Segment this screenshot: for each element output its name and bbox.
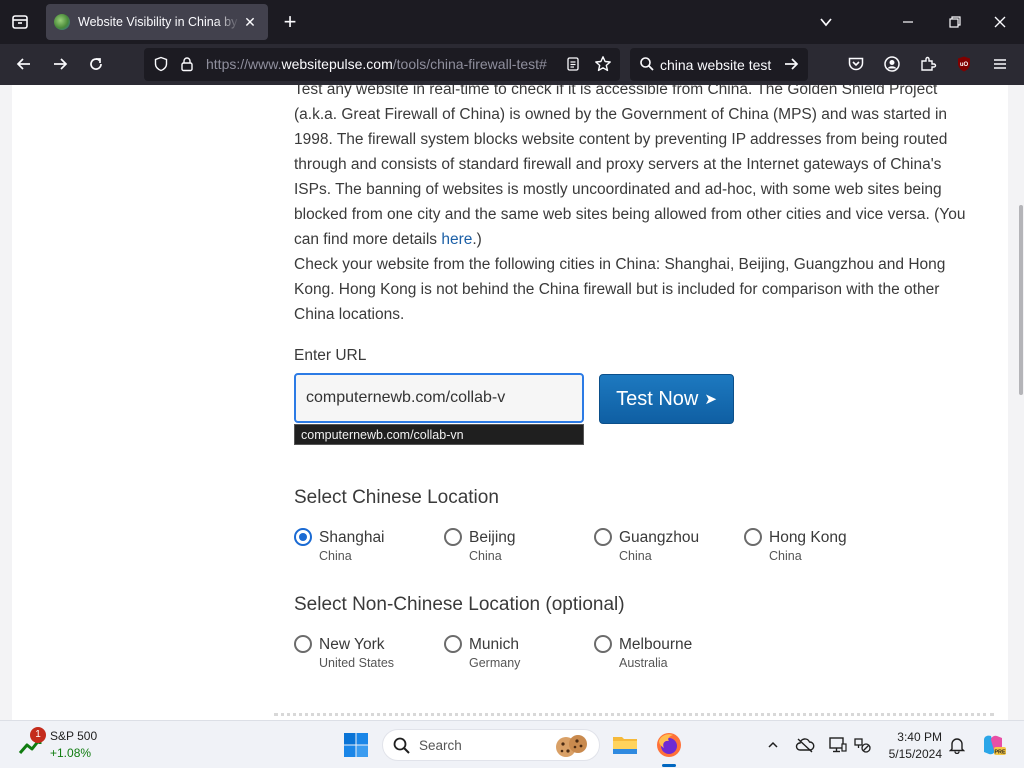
url-text[interactable]: https://www.websitepulse.com/tools/china… [206,56,550,72]
bookmark-star-icon[interactable] [592,53,614,75]
cookies-illustration-icon [556,735,587,757]
url-path: /tools/china-firewall-test# [392,56,547,72]
non-chinese-location-radio-group: New York United States Munich Germany Me… [294,634,974,674]
page-content-card: Test any website in real-time to check i… [12,85,1008,720]
back-arrow-icon[interactable] [12,52,36,76]
browser-tab-bar: Website Visibility in China by WebSitePu… [0,0,1024,44]
intro-end: .) [472,231,482,248]
more-details-link[interactable]: here [441,231,472,248]
hamburger-menu-icon[interactable] [988,52,1012,76]
active-app-indicator [662,764,676,767]
ublock-origin-icon[interactable]: uO [952,52,976,76]
stocks-widget[interactable]: 1 S&P 500 +1.08% [16,727,126,763]
forward-arrow-icon[interactable] [48,52,72,76]
minimize-icon[interactable] [896,10,920,34]
svg-text:PRE: PRE [994,750,1006,756]
cities-paragraph: Check your website from the following ci… [294,256,946,323]
radio-button[interactable] [444,635,462,653]
location-country: China [619,549,652,563]
radio-button[interactable] [744,528,762,546]
chinese-location-radio-group: Shanghai China Beijing China Guangzhou C… [294,527,974,567]
radio-button[interactable] [594,528,612,546]
windows-start-icon[interactable] [343,732,369,758]
non-chinese-location-title: Select Non-Chinese Location (optional) [294,594,625,615]
notification-bell-icon[interactable] [947,735,967,755]
location-country: China [469,549,502,563]
dotted-divider [274,713,994,716]
search-icon [393,737,410,754]
clock-date: 5/15/2024 [888,747,942,761]
search-icon [636,53,658,75]
enter-url-label: Enter URL [294,347,367,364]
extensions-puzzle-icon[interactable] [916,52,940,76]
windows-taskbar: 1 S&P 500 +1.08% Search 3:40 PM 5/15/202… [0,720,1024,768]
radio-button[interactable] [594,635,612,653]
play-arrow-icon: ➤ [704,391,717,408]
location-country: China [319,549,352,563]
notification-badge: 1 [30,727,46,743]
location-country: Australia [619,656,668,670]
radio-button-checked[interactable] [294,528,312,546]
copilot-icon[interactable]: PRE [980,732,1006,758]
tab-list-icon[interactable] [8,10,32,34]
url-prefix: https://www. [206,56,282,72]
url-domain: websitepulse.com [281,56,393,72]
address-bar[interactable]: https://www.websitepulse.com/tools/china… [144,48,620,81]
clock-time: 3:40 PM [897,730,942,744]
network-icon[interactable] [853,735,873,755]
page-viewport: Test any website in real-time to check i… [0,85,1024,720]
radio-button[interactable] [444,528,462,546]
location-country: Germany [469,656,521,670]
page-scrollbar[interactable] [1019,205,1023,395]
search-go-arrow-icon[interactable] [780,53,802,75]
pocket-icon[interactable] [844,52,868,76]
intro-paragraph: Test any website in real-time to check i… [294,85,974,252]
url-input[interactable] [294,373,584,423]
radio-button[interactable] [294,635,312,653]
chevron-down-icon[interactable] [814,10,838,34]
display-icon[interactable] [828,735,848,755]
taskbar-search-box[interactable]: Search [382,729,600,761]
new-tab-plus-icon[interactable]: + [278,9,302,34]
browser-nav-bar: https://www.websitepulse.com/tools/china… [0,44,1024,85]
widget-change: +1.08% [50,746,92,760]
svg-text:uO: uO [960,62,969,68]
chinese-location-title: Select Chinese Location [294,487,499,508]
test-now-button[interactable]: Test Now ➤ [599,374,734,424]
test-now-label: Test Now [616,387,699,410]
location-country: United States [319,656,395,670]
reader-view-icon[interactable] [562,53,584,75]
intro-text: Test any website in real-time to check i… [294,85,966,248]
tracking-shield-icon[interactable] [150,53,172,75]
account-icon[interactable] [880,52,904,76]
reload-icon[interactable] [84,52,108,76]
chevron-up-icon[interactable] [763,735,783,755]
lock-icon[interactable] [176,53,198,75]
close-window-icon[interactable] [988,10,1012,34]
cloud-offline-icon[interactable] [795,735,815,755]
taskbar-search-placeholder: Search [419,738,462,753]
firefox-icon[interactable] [655,731,683,759]
search-bar[interactable]: china website test [630,48,808,81]
location-country: China [769,549,802,563]
browser-tab[interactable]: Website Visibility in China by WebSitePu… [46,4,268,40]
restore-icon[interactable] [943,10,967,34]
system-clock[interactable]: 3:40 PM 5/15/2024 [876,729,942,763]
search-query[interactable]: china website test [660,57,771,73]
file-explorer-icon[interactable] [611,731,639,759]
globe-favicon-icon [54,14,70,30]
tab-title: Website Visibility in China by WebSitePu… [78,15,240,29]
widget-ticker: S&P 500 [50,729,98,743]
autocomplete-suggestion[interactable]: computernewb.com/collab-vn [294,424,584,445]
close-tab-icon[interactable]: ✕ [240,14,260,31]
